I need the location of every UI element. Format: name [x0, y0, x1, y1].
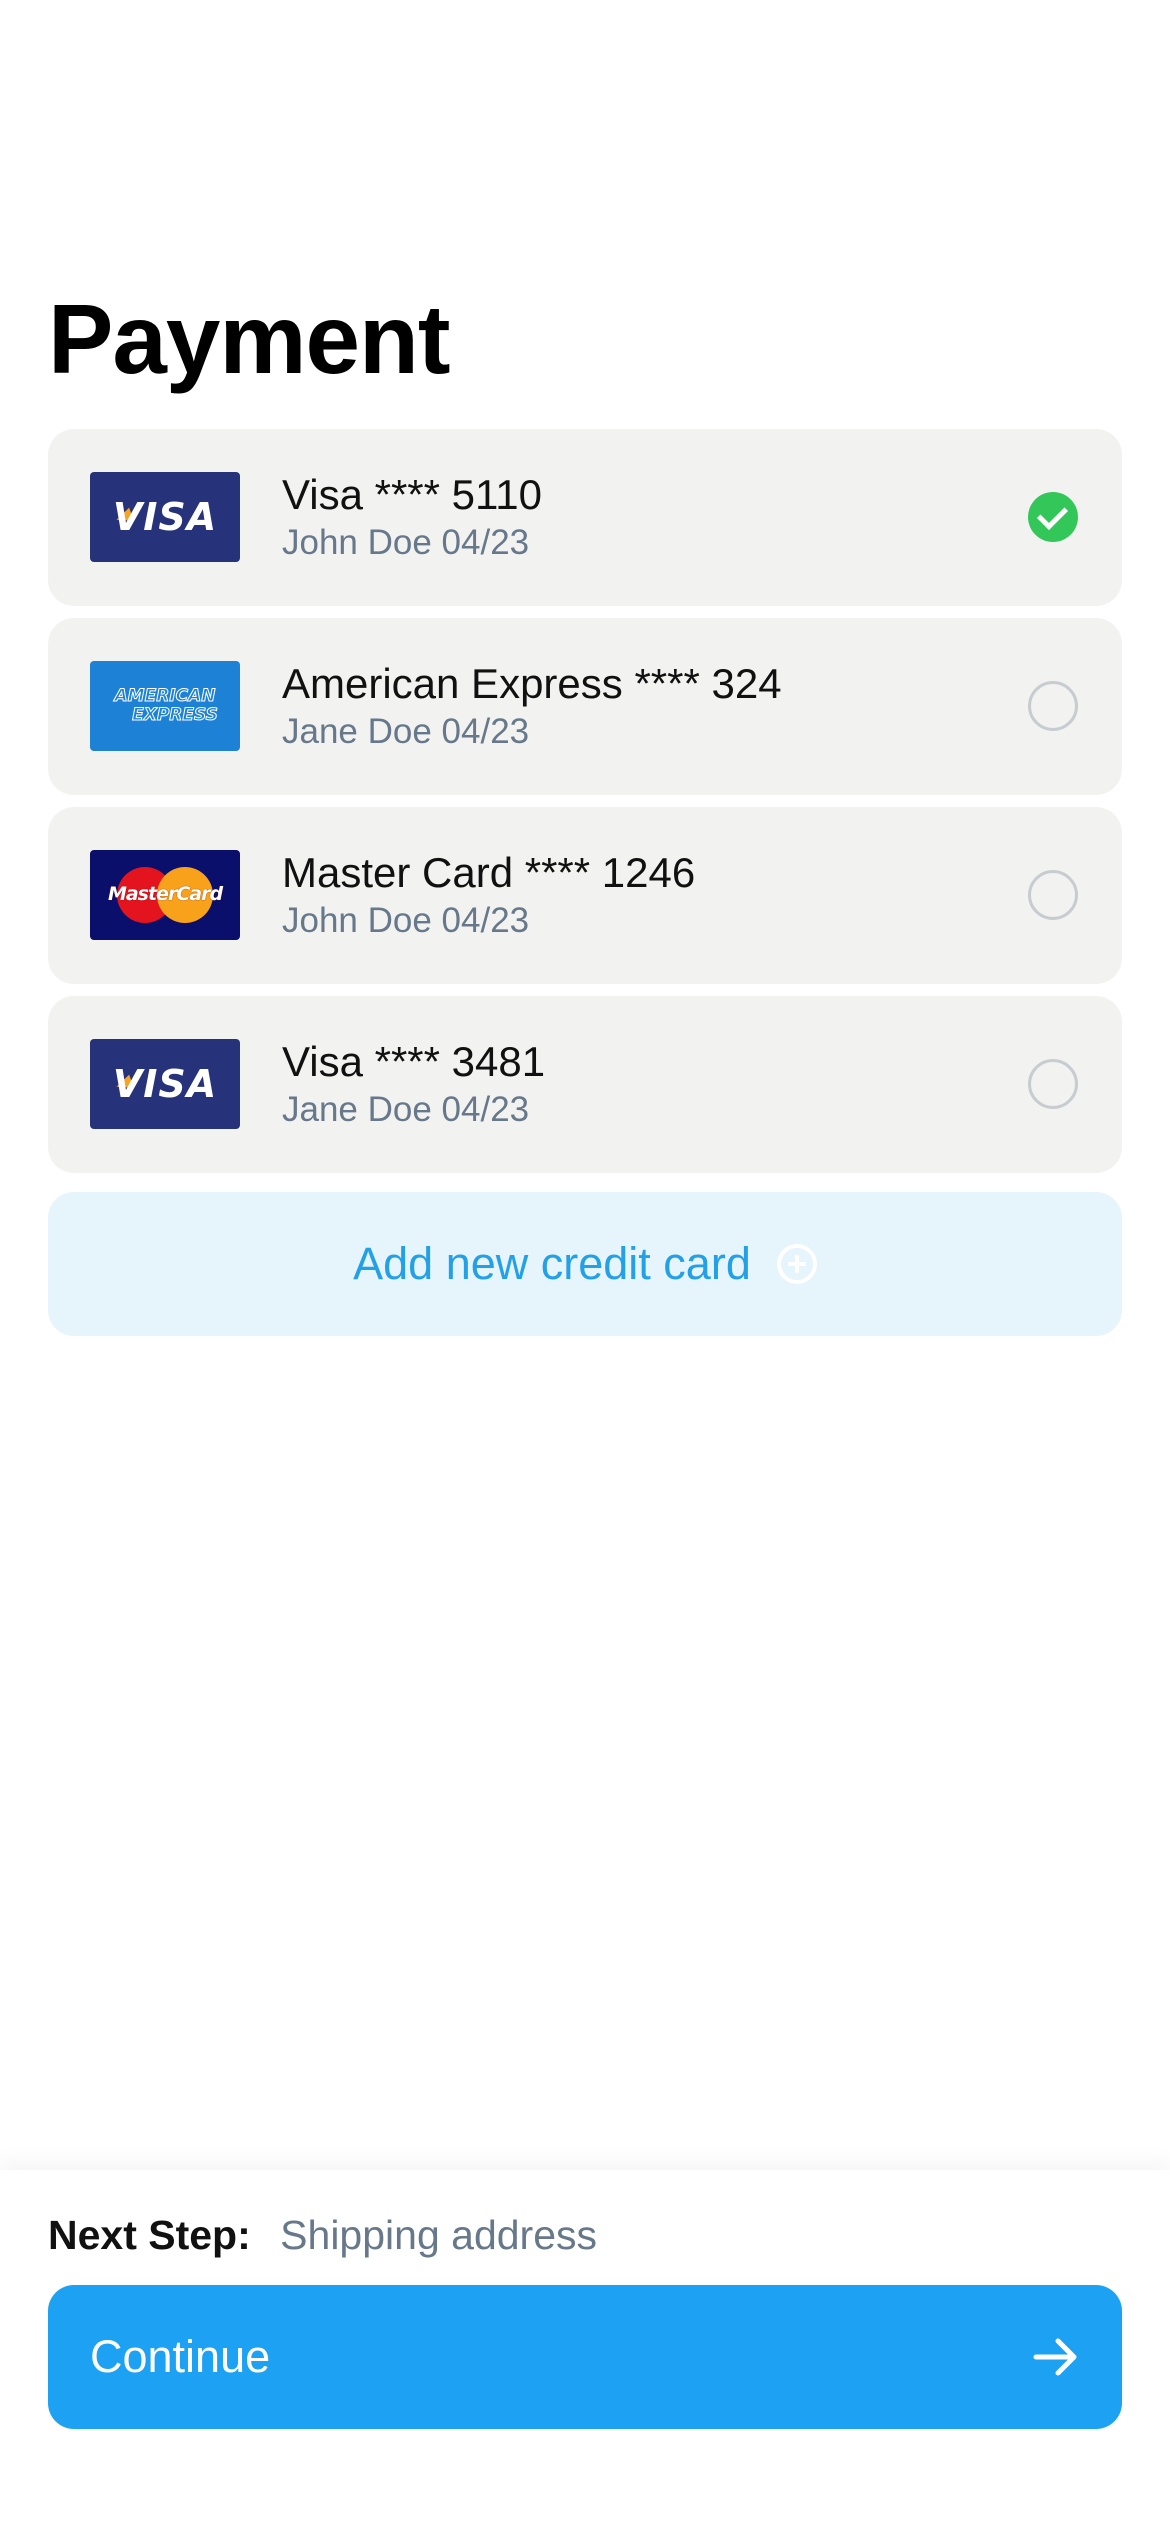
- card-holder-expiry: John Doe 04/23: [282, 523, 530, 562]
- card-item-visa-5110[interactable]: VISA Visa **** 5110 John Doe 04/23: [48, 429, 1122, 606]
- checkout-footer: Next Step: Shipping address Continue: [0, 2170, 1170, 2532]
- checkmark-icon: [1036, 498, 1069, 531]
- add-credit-card-label: Add new credit card: [353, 1238, 751, 1289]
- card-list: VISA Visa **** 5110 John Doe 04/23 AMERI…: [48, 429, 1122, 1185]
- card-item-mastercard-1246[interactable]: MasterCard Master Card **** 1246 John Do…: [48, 807, 1122, 984]
- continue-button[interactable]: Continue: [48, 2285, 1122, 2429]
- radio-unselected-icon[interactable]: [1028, 681, 1078, 731]
- radio-unselected-icon[interactable]: [1028, 1059, 1078, 1109]
- card-holder-expiry: John Doe 04/23: [282, 901, 530, 940]
- visa-logo: VISA: [90, 1039, 240, 1129]
- mastercard-logo: MasterCard: [90, 850, 240, 940]
- card-item-visa-3481[interactable]: VISA Visa **** 3481 Jane Doe 04/23: [48, 996, 1122, 1173]
- card-title: Master Card **** 1246: [282, 849, 696, 896]
- radio-unselected-icon[interactable]: [1028, 870, 1078, 920]
- visa-logo: VISA: [90, 472, 240, 562]
- selected-check-icon[interactable]: [1028, 492, 1078, 542]
- amex-logo: AMERICAN EXPRESS: [90, 661, 240, 751]
- next-step-info: Next Step: Shipping address: [48, 2212, 597, 2259]
- card-holder-expiry: Jane Doe 04/23: [282, 712, 530, 751]
- next-step-value: Shipping address: [280, 2212, 598, 2258]
- card-title: Visa **** 5110: [282, 471, 542, 518]
- amex-logo-text-line2: EXPRESS: [132, 705, 219, 725]
- add-credit-card-button[interactable]: Add new credit card: [48, 1192, 1122, 1336]
- card-item-amex-324[interactable]: AMERICAN EXPRESS American Express **** 3…: [48, 618, 1122, 795]
- next-step-label: Next Step:: [48, 2212, 251, 2258]
- visa-logo-text: VISA: [112, 495, 218, 539]
- card-title: American Express **** 324: [282, 660, 782, 707]
- payment-screen: Payment VISA Visa **** 5110 John Doe 04/…: [0, 0, 1170, 2532]
- mastercard-logo-text: MasterCard: [107, 883, 223, 905]
- plus-circle-icon: [776, 1244, 817, 1284]
- arrow-right-icon: [1033, 2338, 1077, 2376]
- page-title: Payment: [48, 284, 451, 394]
- visa-logo-text: VISA: [112, 1062, 218, 1106]
- amex-logo-text-line1: AMERICAN: [114, 686, 216, 706]
- continue-label: Continue: [90, 2331, 271, 2382]
- card-title: Visa **** 3481: [282, 1038, 546, 1085]
- card-holder-expiry: Jane Doe 04/23: [282, 1090, 530, 1129]
